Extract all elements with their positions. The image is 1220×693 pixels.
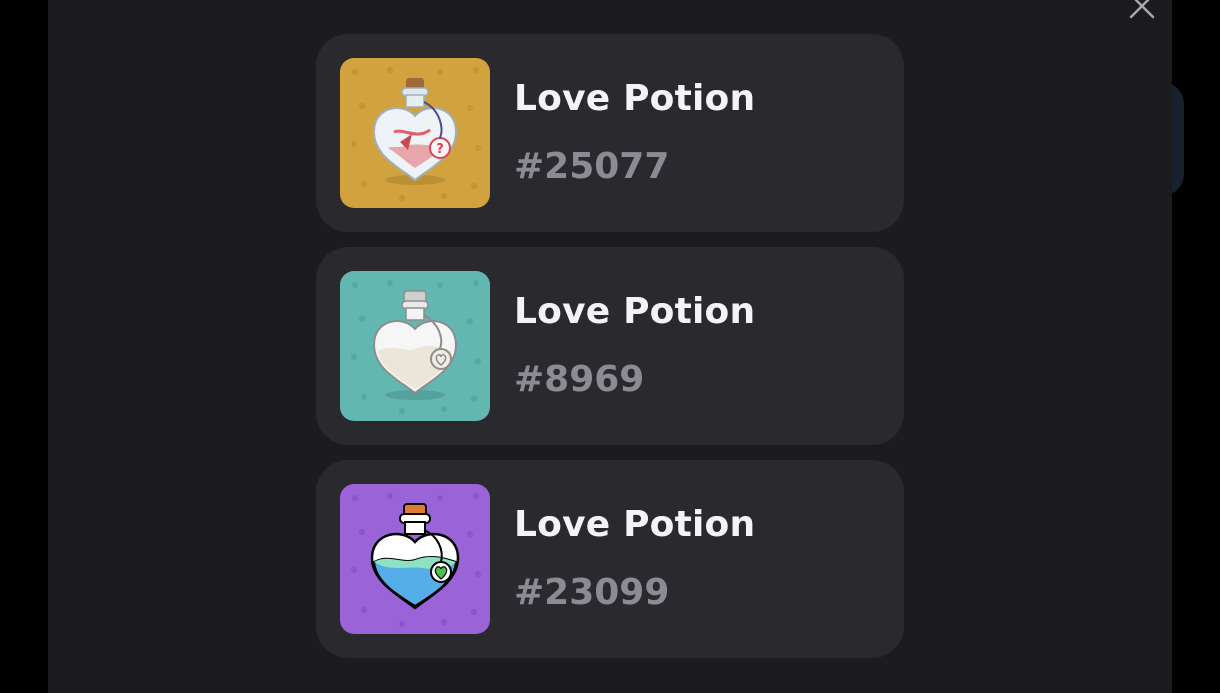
close-icon — [1129, 0, 1155, 19]
potion-name: Love Potion — [514, 504, 756, 545]
potion-bottle-blue-icon — [340, 484, 490, 634]
potion-card[interactable]: Love Potion #23099 — [316, 460, 904, 658]
potion-id: #25077 — [514, 146, 670, 187]
close-button[interactable] — [1126, 0, 1158, 22]
svg-text:?: ? — [436, 142, 444, 157]
potion-card[interactable]: Love Potion #8969 — [316, 247, 904, 445]
potion-thumbnail — [340, 484, 490, 634]
potion-thumbnail — [340, 271, 490, 421]
potion-bottle-mystery-icon: ? — [340, 58, 490, 208]
potion-id: #23099 — [514, 572, 670, 613]
potion-bottle-white-icon — [340, 271, 490, 421]
potion-name: Love Potion — [514, 78, 756, 119]
potion-id: #8969 — [514, 359, 645, 400]
potion-thumbnail: ? — [340, 58, 490, 208]
potion-card[interactable]: ? Love Potion #25077 — [316, 34, 904, 232]
potion-name: Love Potion — [514, 291, 756, 332]
